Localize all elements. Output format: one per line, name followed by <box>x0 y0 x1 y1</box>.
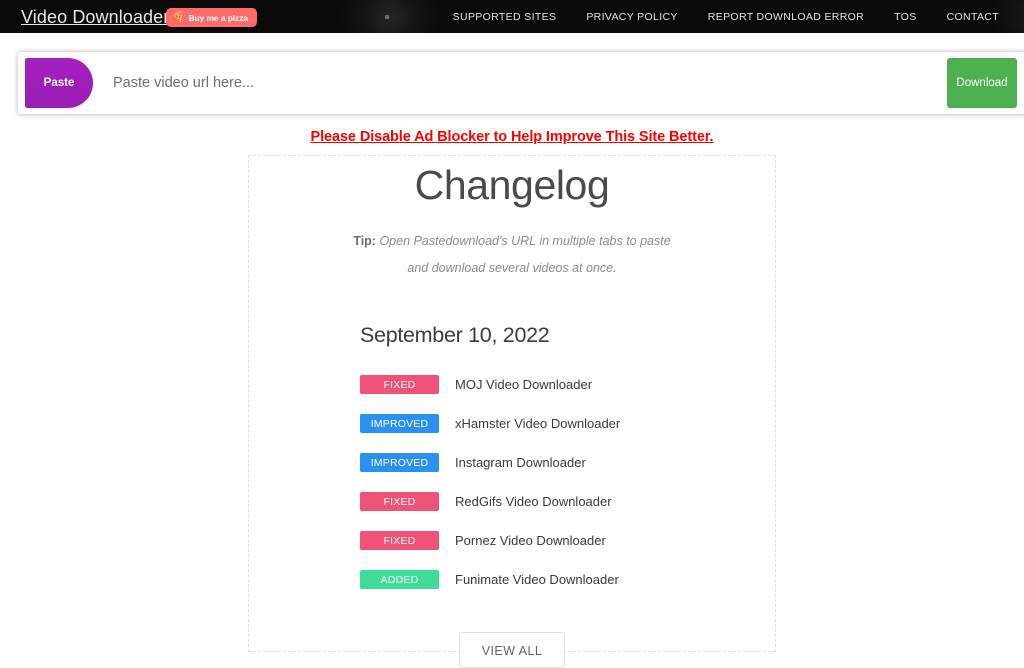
status-badge: IMPROVED <box>360 414 439 433</box>
changelog-entry-label: xHamster Video Downloader <box>455 416 621 431</box>
nav-link-supported-sites[interactable]: SUPPORTED SITES <box>438 11 572 23</box>
status-badge: ADDED <box>360 570 439 589</box>
nav-link-privacy-policy[interactable]: PRIVACY POLICY <box>571 11 692 23</box>
status-badge: IMPROVED <box>360 453 439 472</box>
changelog-tip: Tip: Open Pastedownload's URL in multipl… <box>347 209 677 282</box>
nav-link-tos[interactable]: TOS <box>879 11 931 23</box>
nav-link-report-download-error[interactable]: REPORT DOWNLOAD ERROR <box>693 11 879 23</box>
changelog-entry-label: Pornez Video Downloader <box>455 533 606 548</box>
video-url-input[interactable] <box>111 52 921 114</box>
view-all-container: VIEW ALL <box>249 599 775 668</box>
pizza-icon: 🍕 <box>172 11 185 23</box>
changelog-entry: FIXED Pornez Video Downloader <box>360 521 775 560</box>
status-badge: FIXED <box>360 531 439 550</box>
nav-link-contact[interactable]: CONTACT <box>932 11 1024 23</box>
tip-text: Open Pastedownload's URL in multiple tab… <box>375 234 671 275</box>
ad-blocker-notice[interactable]: Please Disable Ad Blocker to Help Improv… <box>0 129 1024 145</box>
site-brand-logo[interactable]: Video Downloader <box>21 4 169 30</box>
paste-button[interactable]: Paste <box>25 58 93 108</box>
header-dot-decoration <box>385 15 389 19</box>
changelog-entry: IMPROVED Instagram Downloader <box>360 443 775 482</box>
changelog-entry-list: FIXED MOJ Video Downloader IMPROVED xHam… <box>249 348 775 599</box>
buy-me-a-pizza-button[interactable]: 🍕 Buy me a pizza <box>166 8 257 27</box>
top-navigation-bar: Video Downloader 🍕 Buy me a pizza SUPPOR… <box>0 0 1024 33</box>
changelog-entry: ADDED Funimate Video Downloader <box>360 560 775 599</box>
main-navigation-links: SUPPORTED SITES PRIVACY POLICY REPORT DO… <box>438 0 1024 33</box>
changelog-entry: FIXED MOJ Video Downloader <box>360 365 775 404</box>
changelog-entry-label: RedGifs Video Downloader <box>455 494 612 509</box>
changelog-entry: IMPROVED xHamster Video Downloader <box>360 404 775 443</box>
changelog-entry-label: MOJ Video Downloader <box>455 377 593 392</box>
buy-me-a-pizza-label: Buy me a pizza <box>188 12 248 23</box>
view-all-button[interactable]: VIEW ALL <box>459 632 565 668</box>
status-badge: FIXED <box>360 375 439 394</box>
tip-prefix: Tip: <box>353 234 376 248</box>
status-badge: FIXED <box>360 492 439 511</box>
changelog-entry-label: Instagram Downloader <box>455 455 586 470</box>
url-search-bar: Paste Download <box>18 52 1024 114</box>
header-glow-decoration <box>330 0 450 33</box>
changelog-entry: FIXED RedGifs Video Downloader <box>360 482 775 521</box>
changelog-date-heading: September 10, 2022 <box>360 323 550 347</box>
download-button[interactable]: Download <box>947 58 1017 108</box>
changelog-entry-label: Funimate Video Downloader <box>455 572 619 587</box>
changelog-panel: Changelog Tip: Open Pastedownload's URL … <box>248 155 776 668</box>
changelog-title: Changelog <box>414 162 610 208</box>
